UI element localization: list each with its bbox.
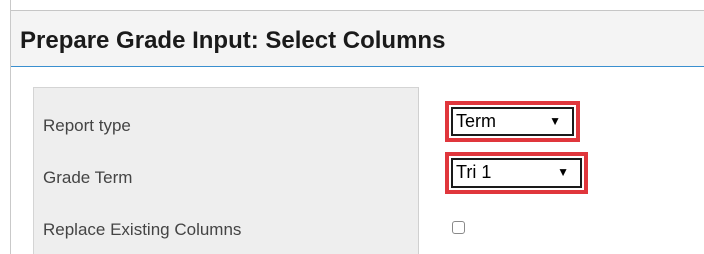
grade-term-highlight: Tri 1 ▼ (445, 152, 588, 194)
page-title: Prepare Grade Input: Select Columns (20, 27, 446, 54)
grade-term-label: Grade Term (43, 168, 133, 187)
grade-term-select[interactable]: Tri 1 ▼ (451, 158, 582, 188)
grade-term-value: Tri 1 (456, 162, 492, 182)
report-type-value: Term (456, 111, 496, 131)
grade-input-panel: Prepare Grade Input: Select Columns Repo… (10, 0, 704, 254)
label-column: Report type Grade Term Replace Existing … (33, 87, 419, 254)
replace-existing-columns-checkbox[interactable] (452, 221, 465, 234)
chevron-down-icon: ▼ (549, 114, 561, 128)
report-type-select[interactable]: Term ▼ (451, 107, 574, 136)
chevron-down-icon: ▼ (557, 165, 569, 179)
report-type-label: Report type (43, 116, 131, 135)
value-column: Term ▼ Tri 1 ▼ (419, 87, 704, 254)
replace-existing-columns-label: Replace Existing Columns (43, 220, 242, 239)
column-options-form: Report type Grade Term Replace Existing … (33, 87, 704, 254)
report-type-highlight: Term ▼ (445, 101, 580, 142)
panel-header: Prepare Grade Input: Select Columns (11, 10, 704, 67)
